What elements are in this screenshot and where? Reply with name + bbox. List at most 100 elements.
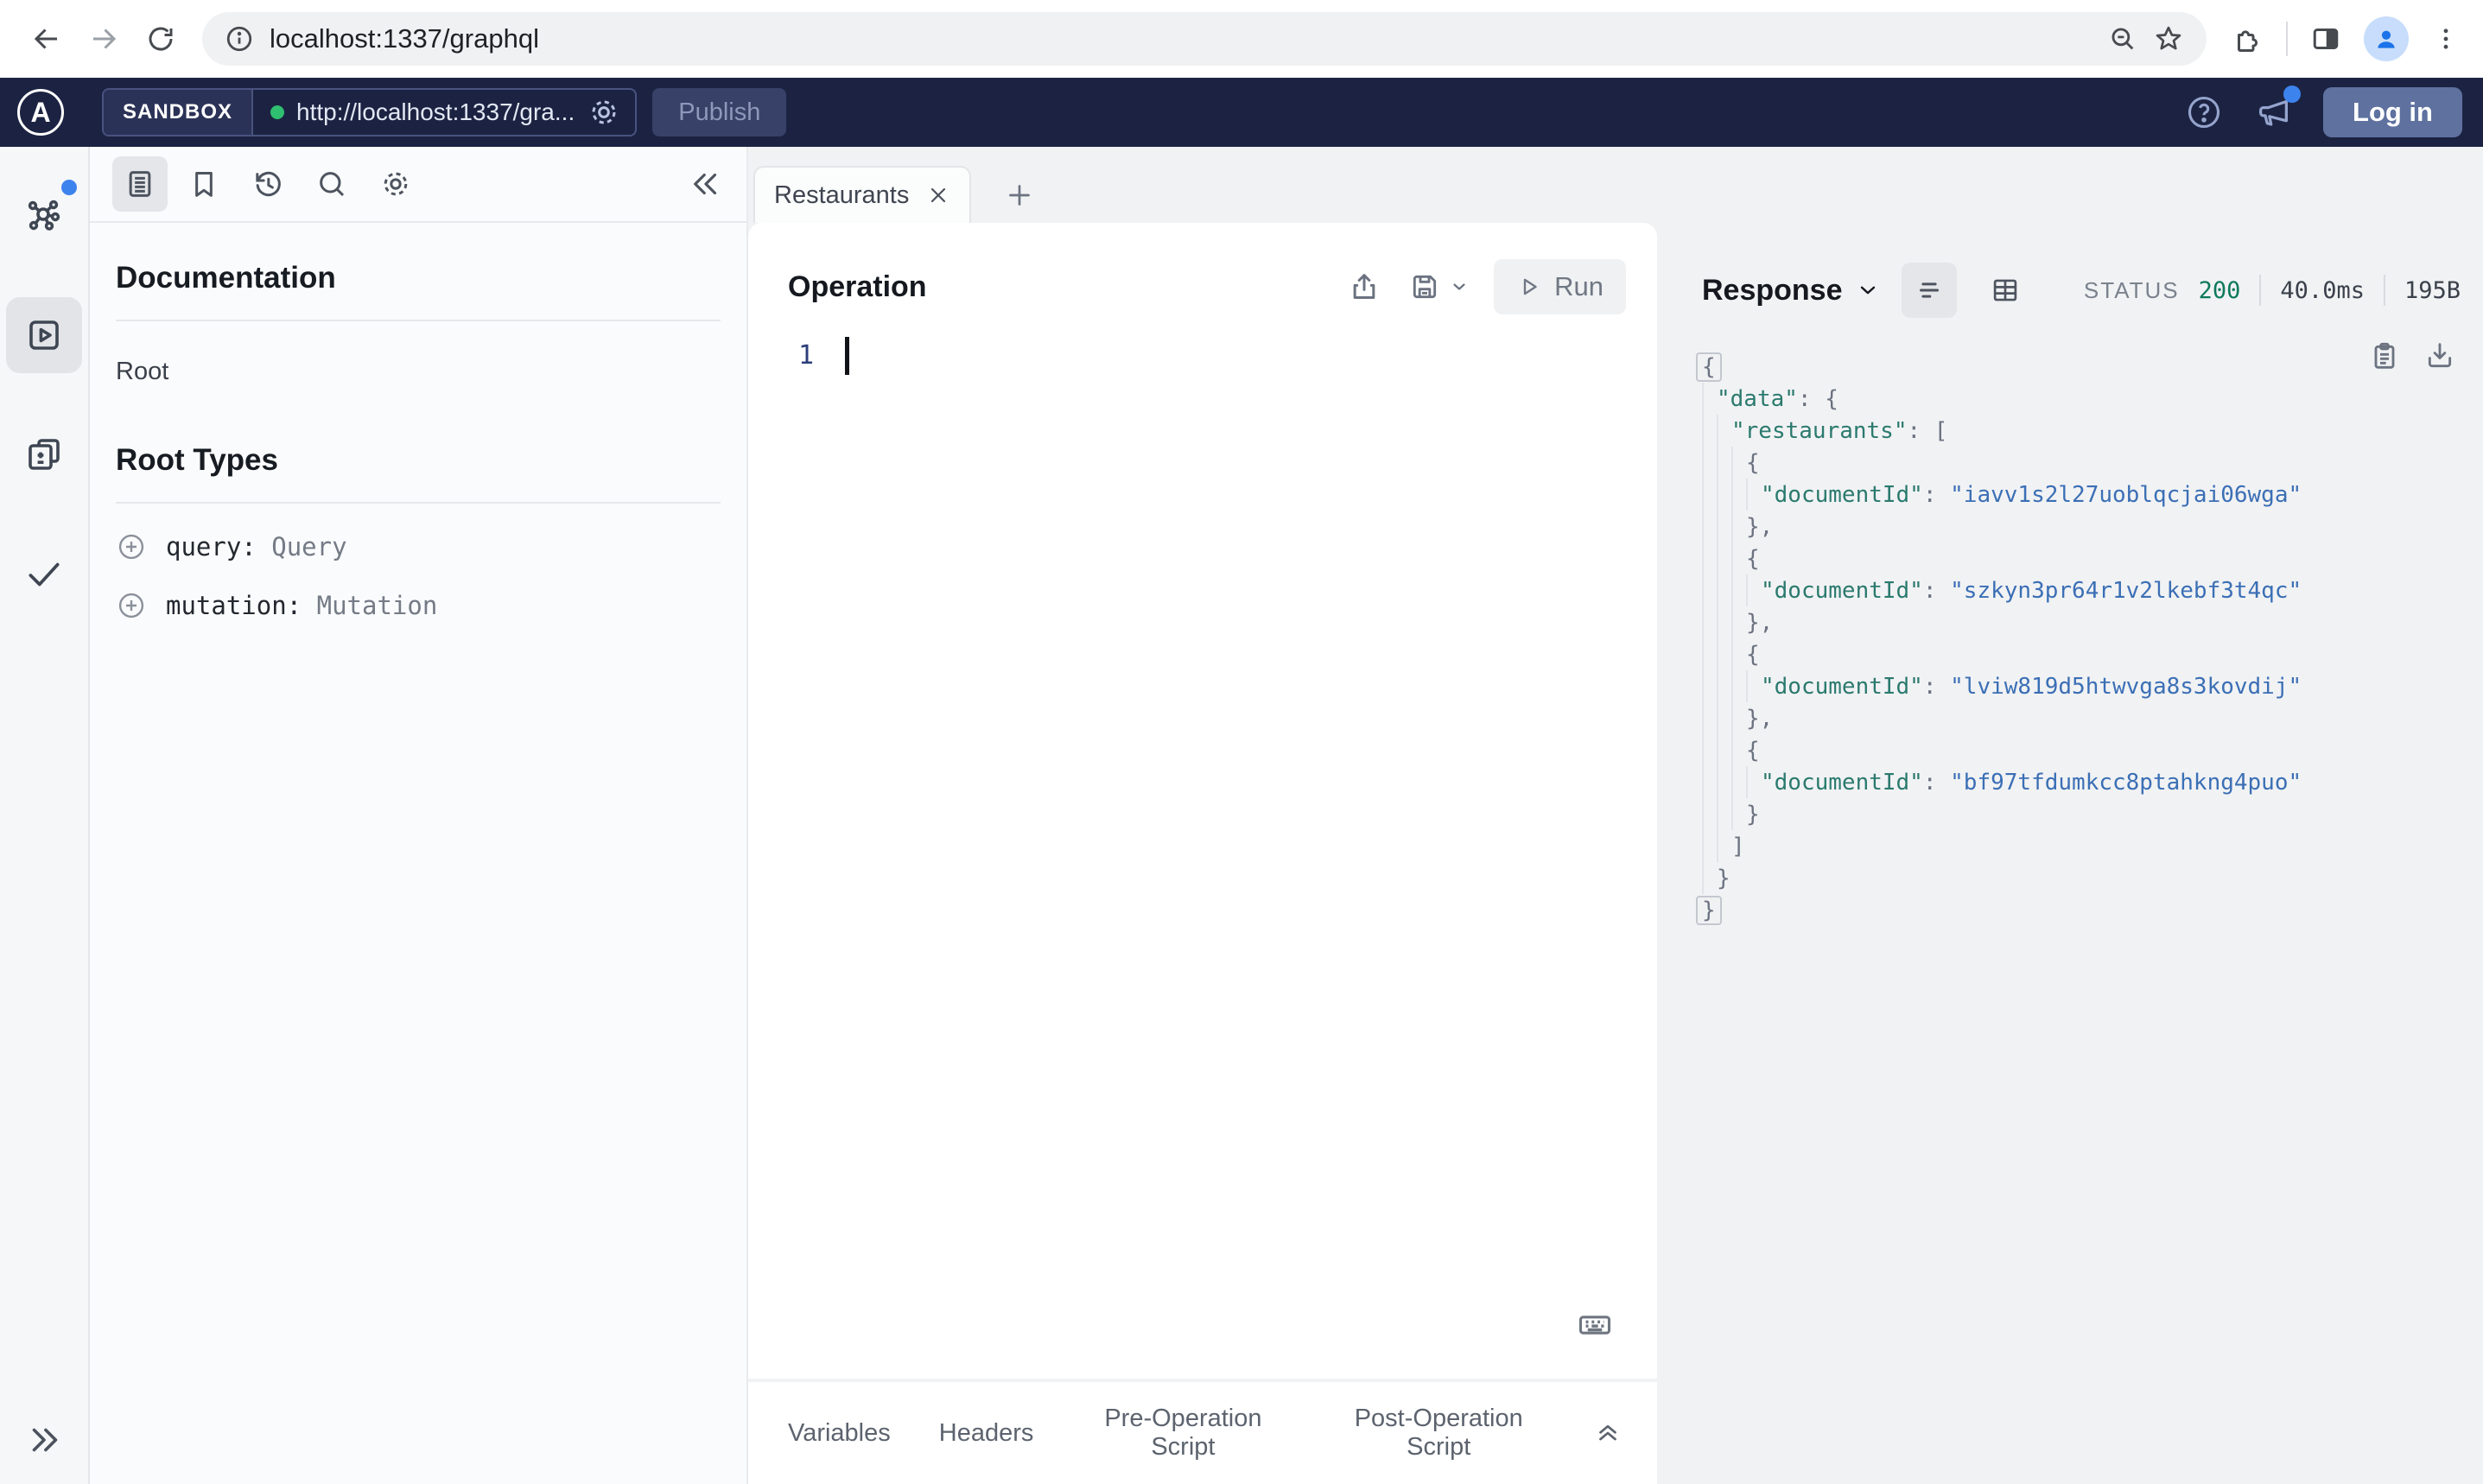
operation-editor[interactable]: 1 bbox=[748, 314, 1657, 1379]
json-token: }, bbox=[1746, 705, 1774, 732]
schema-notification-dot bbox=[61, 180, 77, 195]
indent-guide bbox=[1731, 734, 1746, 766]
documentation-title: Documentation bbox=[116, 261, 336, 295]
new-tab-plus-icon[interactable] bbox=[1004, 180, 1035, 211]
chevron-down-icon bbox=[1860, 286, 1875, 295]
sidebar-item-changelog[interactable] bbox=[6, 416, 82, 492]
reload-button[interactable] bbox=[137, 15, 185, 63]
json-token: ] bbox=[1731, 833, 1745, 859]
share-icon[interactable] bbox=[1347, 270, 1381, 304]
fold-marker[interactable]: { bbox=[1696, 352, 1722, 382]
response-json-line: { bbox=[1702, 638, 2461, 670]
docs-text-icon[interactable] bbox=[112, 156, 168, 212]
close-tab-icon[interactable] bbox=[926, 183, 950, 207]
run-label: Run bbox=[1554, 271, 1603, 301]
indent-guide bbox=[1731, 479, 1746, 511]
root-type-row-query[interactable]: query: Query bbox=[116, 531, 721, 562]
indent-guide bbox=[1731, 798, 1746, 830]
json-token: : bbox=[1922, 673, 1951, 700]
announcements-megaphone-icon[interactable] bbox=[2254, 86, 2302, 132]
tab-post-operation-script[interactable]: Post-Operation Script bbox=[1332, 1405, 1545, 1462]
connection-status-dot bbox=[270, 105, 285, 119]
back-button[interactable] bbox=[22, 15, 71, 63]
indent-guide bbox=[1702, 766, 1717, 798]
expand-sidebar-chevrons-icon[interactable] bbox=[24, 1420, 64, 1460]
response-title[interactable]: Response bbox=[1702, 274, 1843, 308]
json-token: "documentId" bbox=[1761, 577, 1923, 604]
endpoint-url-text[interactable]: http://localhost:1337/gra... bbox=[296, 98, 575, 126]
history-clock-icon[interactable] bbox=[240, 156, 295, 212]
response-json[interactable]: {"data": {"restaurants": [{"documentId":… bbox=[1696, 351, 2461, 926]
response-json-line: }, bbox=[1702, 606, 2461, 638]
list-view-toggle[interactable] bbox=[1901, 263, 1957, 318]
indent-guide bbox=[1702, 734, 1717, 766]
table-view-toggle[interactable] bbox=[1978, 263, 2033, 318]
response-json-line: { bbox=[1702, 734, 2461, 766]
side-panel-icon[interactable] bbox=[2310, 23, 2341, 54]
sidebar-item-explorer[interactable] bbox=[6, 297, 82, 373]
sidebar-item-checklist[interactable] bbox=[6, 536, 82, 612]
checkmark-icon bbox=[29, 562, 60, 587]
fold-marker[interactable]: } bbox=[1696, 895, 1722, 925]
download-icon[interactable] bbox=[2423, 339, 2457, 373]
root-type-name[interactable]: Query bbox=[271, 532, 346, 561]
indent-guide bbox=[1717, 606, 1731, 638]
indent-guide bbox=[1717, 798, 1731, 830]
url-text[interactable]: localhost:1337/graphql bbox=[270, 23, 2092, 54]
copy-clipboard-icon[interactable] bbox=[2367, 339, 2402, 373]
endpoint-input[interactable]: http://localhost:1337/gra... bbox=[253, 90, 635, 135]
bookmark-star-icon[interactable] bbox=[2153, 23, 2184, 54]
response-json-line: { bbox=[1702, 447, 2461, 479]
kebab-menu-icon[interactable] bbox=[2431, 24, 2461, 54]
play-triangle-icon bbox=[1523, 278, 1537, 295]
response-panel: Response STATUS 200 40.0ms 195B {"data"… bbox=[1657, 223, 2483, 1484]
root-type-row-mutation[interactable]: mutation: Mutation bbox=[116, 590, 721, 621]
graph-network-icon bbox=[28, 200, 60, 231]
root-link[interactable]: Root bbox=[116, 358, 168, 386]
root-type-name[interactable]: Mutation bbox=[317, 591, 438, 620]
settings-gear-icon[interactable] bbox=[368, 156, 423, 212]
tab-headers[interactable]: Headers bbox=[939, 1419, 1034, 1448]
root-types-title: Root Types bbox=[116, 443, 278, 477]
response-json-line: } bbox=[1702, 798, 2461, 830]
tab-variables[interactable]: Variables bbox=[788, 1419, 891, 1448]
address-bar[interactable]: localhost:1337/graphql bbox=[202, 12, 2207, 66]
indent-guide bbox=[1746, 670, 1761, 702]
publish-button[interactable]: Publish bbox=[652, 88, 787, 136]
circle-plus-icon[interactable] bbox=[116, 590, 147, 621]
indent-guide bbox=[1717, 574, 1731, 606]
json-token: { bbox=[1746, 737, 1760, 764]
bookmark-icon[interactable] bbox=[176, 156, 232, 212]
root-type-field[interactable]: query: bbox=[166, 532, 257, 561]
browser-actions bbox=[2224, 16, 2461, 61]
extensions-puzzle-icon[interactable] bbox=[2232, 23, 2264, 54]
site-info-icon[interactable] bbox=[225, 24, 254, 54]
json-token: "documentId" bbox=[1761, 481, 1923, 508]
sidebar-item-schema-graph[interactable] bbox=[6, 178, 82, 254]
response-dropdown[interactable]: Response bbox=[1702, 274, 1881, 308]
status-label: STATUS bbox=[2083, 276, 2180, 303]
run-button[interactable]: Run bbox=[1494, 259, 1626, 314]
keyboard-shortcuts-icon[interactable] bbox=[1576, 1306, 1614, 1344]
json-token: } bbox=[1746, 801, 1760, 828]
json-token: }, bbox=[1746, 513, 1774, 540]
save-controls[interactable] bbox=[1407, 270, 1470, 304]
forward-button[interactable] bbox=[79, 15, 128, 63]
root-type-field[interactable]: mutation: bbox=[166, 591, 302, 620]
circle-plus-icon[interactable] bbox=[116, 531, 147, 562]
tab-label[interactable]: Restaurants bbox=[774, 181, 918, 210]
status-code: 200 bbox=[2198, 276, 2241, 304]
tab-restaurants[interactable]: Restaurants bbox=[753, 166, 971, 223]
zoom-out-icon[interactable] bbox=[2108, 24, 2137, 54]
collapse-up-chevrons-icon[interactable] bbox=[1593, 1418, 1623, 1448]
tab-pre-operation-script[interactable]: Pre-Operation Script bbox=[1082, 1405, 1284, 1462]
login-button[interactable]: Log in bbox=[2323, 87, 2462, 137]
help-icon[interactable] bbox=[2185, 93, 2223, 131]
endpoint-settings-gear-icon[interactable] bbox=[587, 95, 621, 130]
indent-guide bbox=[1731, 574, 1746, 606]
indent-guide bbox=[1731, 702, 1746, 734]
documentation-toolbar bbox=[90, 147, 746, 223]
profile-avatar[interactable] bbox=[2364, 16, 2409, 61]
collapse-panel-chevrons-icon[interactable] bbox=[688, 166, 724, 202]
search-icon[interactable] bbox=[304, 156, 359, 212]
